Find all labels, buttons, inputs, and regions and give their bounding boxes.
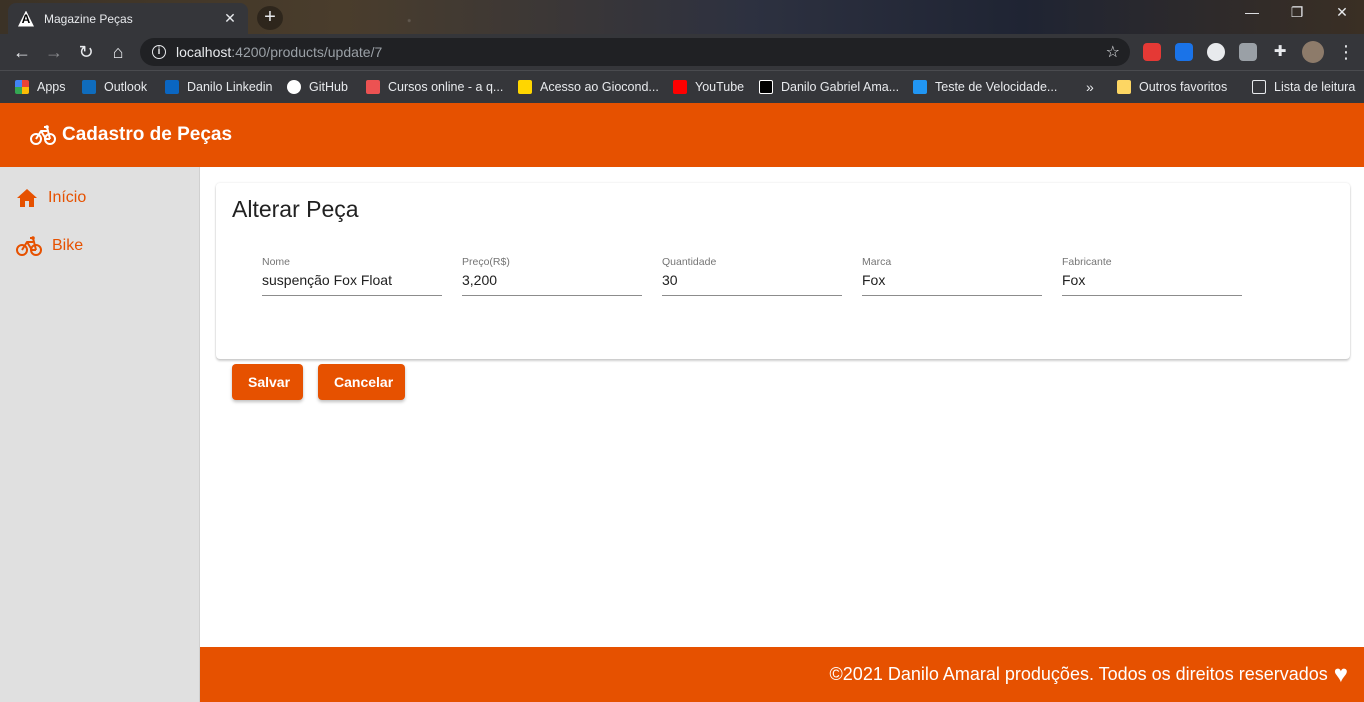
main-content: Alterar Peça Nome Preço(R$) Quantidade M… [200,167,1364,647]
tab-strip: A Magazine Peças ✕ + — ❐ ✕ [0,0,1364,34]
reload-icon[interactable]: ↻ [74,40,98,64]
bookmark-label: Apps [37,80,66,94]
name-input[interactable] [262,272,442,288]
bookmark-linkedin[interactable]: Danilo Linkedin [165,77,272,97]
bookmark-outlook[interactable]: Outlook [82,77,147,97]
bookmarks-overflow-button[interactable]: » [1086,77,1094,97]
close-window-icon[interactable]: ✕ [1327,4,1357,21]
bookmark-youtube[interactable]: YouTube [673,77,744,97]
reading-list[interactable]: Lista de leitura [1252,77,1355,97]
brand-field[interactable]: Marca [862,256,1042,296]
bookmark-label: Teste de Velocidade... [935,80,1058,94]
bookmark-label: GitHub [309,80,348,94]
manufacturer-field[interactable]: Fabricante [1062,256,1242,296]
bookmark-label: Danilo Gabriel Ama... [781,80,900,94]
url-path: :4200/products/update/7 [231,44,383,60]
extension-speed-icon[interactable] [1207,43,1225,61]
browser-tab[interactable]: A Magazine Peças ✕ [8,3,248,34]
cancel-button[interactable]: Cancelar [318,364,405,400]
footer-text: ©2021 Danilo Amaral produções. Todos os … [829,664,1328,684]
browser-toolbar: ← → ↻ ⌂ i localhost:4200/products/update… [0,34,1364,70]
other-bookmarks-folder[interactable]: Outros favoritos [1117,77,1227,97]
bookmark-label: Cursos online - a q... [388,80,504,94]
extensions-puzzle-icon[interactable]: ✚ [1268,40,1292,64]
home-button-icon[interactable]: ⌂ [106,40,130,64]
other-bookmarks-label: Outros favoritos [1139,80,1228,94]
sidenav-item-label: Início [48,189,87,206]
quantity-field[interactable]: Quantidade [662,256,842,296]
bookmark-label: Danilo Linkedin [187,80,273,94]
field-label: Nome [262,256,291,268]
name-field[interactable]: Nome [262,256,442,296]
extension-bookmark-icon[interactable] [1175,43,1193,61]
github-icon [287,80,301,94]
profile-avatar[interactable] [1302,41,1324,63]
tab-title: Magazine Peças [44,11,133,26]
quantity-input[interactable] [662,272,842,288]
app-header: Cadastro de Peças [0,103,1364,167]
field-label: Quantidade [662,256,717,268]
new-tab-button[interactable]: + [257,6,283,30]
youtube-icon [673,80,687,94]
bookmark-label: Acesso ao Giocond... [540,80,659,94]
bookmarks-bar: Apps Outlook Danilo Linkedin GitHub Curs… [0,70,1364,103]
bookmark-github[interactable]: GitHub [287,77,348,97]
bookmark-udemy[interactable]: Cursos online - a q... [366,77,503,97]
price-input[interactable] [462,272,642,288]
reading-list-label: Lista de leitura [1274,80,1356,94]
bookmark-gioconda[interactable]: Acesso ao Giocond... [518,77,659,97]
angular-favicon-icon: A [18,10,34,27]
field-label: Fabricante [1062,256,1112,268]
bookmark-label: YouTube [695,80,745,94]
browser-frame: A Magazine Peças ✕ + — ❐ ✕ ← → ↻ ⌂ i loc… [0,0,1364,103]
page-title: Alterar Peça [232,196,359,222]
site-info-icon[interactable]: i [152,45,166,59]
home-icon [17,189,37,207]
footer: ©2021 Danilo Amaral produções. Todos os … [200,647,1364,702]
bookmark-star-icon[interactable]: ☆ [1106,42,1120,62]
app-title: Cadastro de Peças [62,124,233,145]
outlook-icon [82,80,96,94]
speedtest-icon [913,80,927,94]
bookmark-apps[interactable]: Apps [15,77,66,97]
url-host: localhost [176,44,232,60]
back-icon[interactable]: ← [10,40,34,64]
bookmark-danilo[interactable]: Danilo Gabriel Ama... [759,77,899,97]
minimize-icon[interactable]: — [1237,4,1267,20]
extension-screenshot-icon[interactable] [1239,43,1257,61]
close-tab-icon[interactable]: ✕ [222,10,238,27]
apps-grid-icon [15,80,29,94]
restore-icon[interactable]: ❐ [1282,4,1312,21]
sidenav-item-inicio[interactable]: Início [16,184,86,212]
linkedin-icon [165,80,179,94]
brand-input[interactable] [862,272,1042,288]
reading-list-icon [1252,80,1266,94]
manufacturer-input[interactable] [1062,272,1242,288]
bicycle-icon [30,125,56,145]
bicycle-icon [16,236,42,256]
form-card: Alterar Peça Nome Preço(R$) Quantidade M… [216,183,1350,359]
sidenav-item-bike[interactable]: Bike [16,232,83,260]
field-label: Preço(R$) [462,256,510,268]
bookmark-label: Outlook [104,80,148,94]
menu-kebab-icon[interactable]: ⋮ [1334,40,1358,64]
gioconda-icon [518,80,532,94]
bookmark-speedtest[interactable]: Teste de Velocidade... [913,77,1057,97]
danilo-icon [759,80,773,94]
save-button[interactable]: Salvar [232,364,303,400]
folder-icon [1117,80,1131,94]
forward-icon[interactable]: → [42,40,66,64]
udemy-icon [366,80,380,94]
price-field[interactable]: Preço(R$) [462,256,642,296]
sidenav: Início Bike [0,167,200,702]
field-label: Marca [862,256,892,268]
extension-icon[interactable] [1143,43,1161,61]
sidenav-item-label: Bike [52,237,84,254]
address-bar[interactable]: i localhost:4200/products/update/7 ☆ [140,38,1130,66]
heart-icon: ♥ [1333,660,1348,688]
